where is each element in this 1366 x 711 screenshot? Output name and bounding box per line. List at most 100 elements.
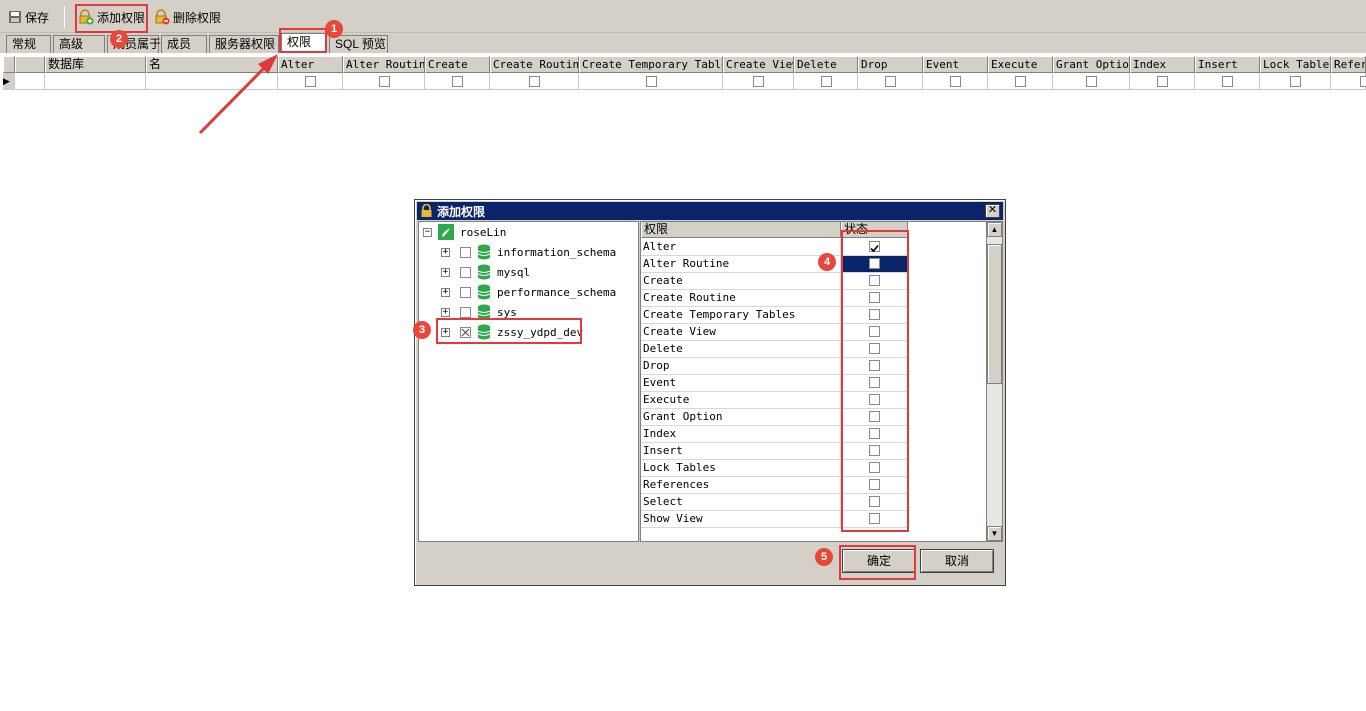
privilege-row[interactable]: Create Temporary Tables — [641, 307, 908, 324]
tab-privileges[interactable]: 权限 — [281, 33, 327, 53]
expand-icon[interactable]: + — [441, 267, 450, 277]
privilege-row[interactable]: Event — [641, 375, 908, 392]
checkbox[interactable] — [378, 76, 390, 87]
delete-privilege-button[interactable]: 删除权限 — [154, 6, 221, 28]
checkbox[interactable] — [950, 76, 961, 87]
grid-header-drop[interactable]: Drop — [858, 56, 923, 73]
scroll-thumb[interactable] — [987, 244, 1002, 384]
checkbox[interactable] — [869, 394, 880, 405]
checkbox[interactable] — [460, 246, 471, 258]
grid-header-alter-routine[interactable]: Alter Routine — [343, 56, 425, 73]
save-button[interactable]: 保存 — [8, 6, 49, 28]
grid-header-lock-tables[interactable]: Lock Tables — [1260, 56, 1331, 73]
privilege-row[interactable]: Create — [641, 273, 908, 290]
grid-header-execute[interactable]: Execute — [988, 56, 1053, 73]
privilege-row[interactable]: Insert — [641, 443, 908, 460]
grid-header-create-temporary-tables[interactable]: Create Temporary Tables — [579, 56, 723, 73]
collapse-icon[interactable]: − — [423, 227, 432, 237]
checkbox[interactable] — [1360, 76, 1366, 87]
grid-header-event[interactable]: Event — [923, 56, 988, 73]
expand-icon[interactable]: + — [441, 247, 450, 257]
privilege-row[interactable]: Drop — [641, 358, 908, 375]
checkbox[interactable] — [1157, 76, 1168, 87]
row-indicator[interactable]: ▶ — [3, 73, 15, 90]
table-cell[interactable] — [15, 73, 45, 90]
add-privilege-button[interactable]: 添加权限 — [78, 6, 145, 28]
checkbox[interactable] — [452, 76, 463, 87]
checkbox[interactable] — [1015, 76, 1026, 87]
tree-item[interactable]: + zssy_ydpd_dev — [441, 323, 583, 341]
checkbox[interactable] — [1290, 76, 1301, 87]
scroll-up-button[interactable]: ▲ — [987, 222, 1002, 237]
grid-header-alter[interactable]: Alter — [278, 56, 343, 73]
checkbox[interactable] — [460, 306, 471, 318]
checkbox[interactable] — [869, 411, 880, 422]
cancel-button[interactable]: 取消 — [920, 549, 994, 573]
grid-header-insert[interactable]: Insert — [1195, 56, 1260, 73]
expand-icon[interactable]: + — [441, 307, 450, 317]
tree-item[interactable]: + mysql — [441, 263, 530, 281]
checkbox[interactable] — [460, 266, 471, 278]
grid-header-create-routine[interactable]: Create Routine — [490, 56, 579, 73]
checkbox[interactable] — [869, 326, 880, 337]
checkbox[interactable] — [305, 76, 316, 87]
tab-members[interactable]: 成员 — [161, 35, 207, 53]
ok-button[interactable]: 确定 — [842, 549, 916, 573]
tree-item[interactable]: + sys — [441, 303, 517, 321]
grid-header-name[interactable]: 名 — [146, 56, 278, 73]
grid-header-references[interactable]: Refer — [1331, 56, 1366, 73]
checkbox[interactable] — [820, 76, 832, 87]
privilege-row[interactable]: Create View — [641, 324, 908, 341]
checkbox[interactable] — [869, 292, 880, 303]
privilege-row[interactable]: References — [641, 477, 908, 494]
checkbox[interactable] — [869, 513, 880, 524]
checkbox[interactable] — [1222, 76, 1233, 87]
tree-item[interactable]: + information_schema — [441, 243, 616, 261]
expand-icon[interactable]: + — [441, 327, 450, 337]
checkbox[interactable] — [869, 275, 880, 286]
grid-header-database[interactable]: 数据库 — [45, 56, 146, 73]
privilege-row[interactable]: Select — [641, 494, 908, 511]
checkbox[interactable] — [869, 479, 880, 490]
tab-server-privileges[interactable]: 服务器权限 — [209, 35, 279, 53]
privilege-row[interactable]: Show View — [641, 511, 908, 528]
checkbox[interactable] — [869, 462, 880, 473]
state-header[interactable]: 状态 — [841, 222, 908, 238]
table-cell-database[interactable] — [45, 73, 146, 90]
tree-root[interactable]: − roseLin — [423, 223, 506, 241]
privilege-row[interactable]: Alter — [641, 239, 908, 256]
checkbox[interactable] — [529, 76, 540, 87]
grid-header-grant-option[interactable]: Grant Option — [1053, 56, 1130, 73]
close-button[interactable]: ✕ — [985, 204, 1000, 218]
privilege-row-selected[interactable]: Alter Routine — [641, 256, 908, 273]
checkbox[interactable] — [869, 377, 880, 388]
checkbox[interactable] — [869, 343, 880, 354]
grid-header-delete[interactable]: Delete — [794, 56, 858, 73]
table-cell-name[interactable] — [146, 73, 278, 90]
scroll-down-button[interactable]: ▼ — [987, 526, 1002, 541]
privilege-row[interactable]: Delete — [641, 341, 908, 358]
tab-member-of[interactable]: 成员属于 — [107, 35, 161, 53]
checkbox[interactable] — [869, 496, 880, 507]
checkbox-partial[interactable] — [460, 326, 471, 338]
grid-header-index[interactable]: Index — [1130, 56, 1195, 73]
tab-sql-preview[interactable]: SQL 预览 — [329, 35, 388, 53]
tab-advanced[interactable]: 高级 — [53, 35, 105, 53]
checkbox[interactable] — [460, 286, 471, 298]
expand-icon[interactable]: + — [441, 287, 450, 297]
checkbox[interactable] — [753, 76, 764, 87]
privilege-row[interactable]: Lock Tables — [641, 460, 908, 477]
privilege-row[interactable]: Index — [641, 426, 908, 443]
privilege-row[interactable]: Grant Option — [641, 409, 908, 426]
checkbox[interactable] — [869, 445, 880, 456]
vertical-scrollbar[interactable]: ▲ ▼ — [986, 221, 1003, 542]
checkbox[interactable] — [869, 360, 880, 371]
privileges-header[interactable]: 权限 — [641, 222, 841, 238]
checkbox[interactable] — [869, 258, 880, 269]
checkbox[interactable] — [869, 309, 880, 320]
tab-general[interactable]: 常规 — [6, 35, 51, 53]
privilege-row[interactable]: Create Routine — [641, 290, 908, 307]
checkbox[interactable] — [1086, 76, 1097, 87]
checkbox[interactable] — [885, 76, 896, 87]
checkbox[interactable] — [645, 76, 657, 87]
